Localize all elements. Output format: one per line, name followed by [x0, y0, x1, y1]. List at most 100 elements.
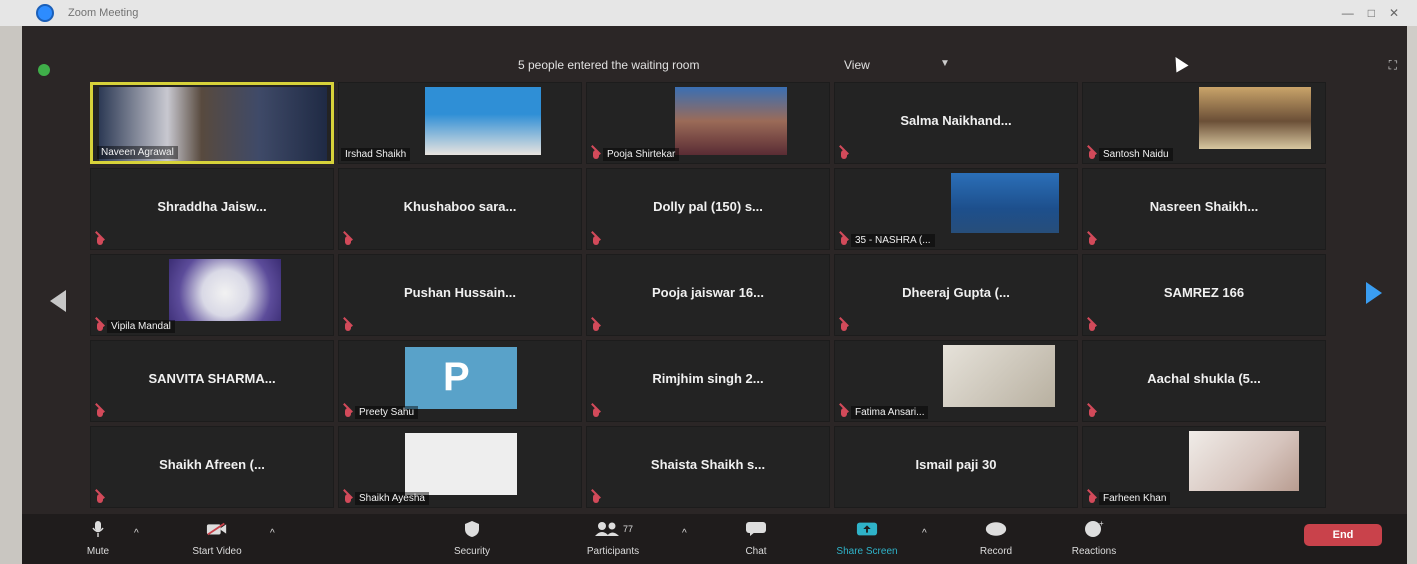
participant-name: Shaikh Afreen (... — [159, 457, 265, 472]
participants-options-caret-icon[interactable]: ^ — [682, 528, 687, 539]
participant-name: SANVITA SHARMA... — [148, 371, 276, 386]
muted-mic-icon — [345, 494, 351, 503]
muted-mic-icon — [1089, 150, 1095, 159]
participant-tile[interactable]: Nasreen Shaikh... — [1082, 168, 1326, 250]
muted-mic-icon — [345, 236, 351, 245]
fullscreen-icon[interactable]: ⛶ — [1389, 58, 1397, 73]
share-options-caret-icon[interactable]: ^ — [922, 528, 927, 539]
participant-name: Dheeraj Gupta (... — [902, 285, 1010, 300]
muted-mic-icon — [841, 150, 847, 159]
participants-count: 77 — [622, 524, 633, 534]
participant-tile[interactable]: Dheeraj Gupta (... — [834, 254, 1078, 336]
muted-mic-icon — [593, 494, 599, 503]
minimize-icon[interactable]: — — [1342, 6, 1354, 20]
audio-options-caret-icon[interactable]: ^ — [134, 528, 139, 539]
window-title: Zoom Meeting — [68, 7, 139, 19]
participant-tile[interactable]: Irshad Shaikh — [338, 82, 582, 164]
previous-page-arrow-icon[interactable] — [50, 290, 66, 312]
muted-mic-icon — [1089, 494, 1095, 503]
participant-tile[interactable]: Pooja jaiswar 16... — [586, 254, 830, 336]
chat-label: Chat — [745, 546, 767, 557]
participant-name: Rimjhim singh 2... — [652, 371, 764, 386]
participant-tile[interactable]: Pooja Shirtekar — [586, 82, 830, 164]
end-meeting-button[interactable]: End — [1304, 524, 1382, 546]
participant-name: Santosh Naidu — [1099, 148, 1173, 161]
maximize-icon[interactable]: □ — [1368, 6, 1375, 20]
participant-name: Pooja Shirtekar — [603, 148, 680, 161]
muted-mic-icon — [97, 236, 103, 245]
shield-icon — [461, 520, 483, 538]
participant-name: Aachal shukla (5... — [1147, 371, 1261, 386]
video-options-caret-icon[interactable]: ^ — [270, 528, 275, 539]
participant-tile[interactable]: Aachal shukla (5... — [1082, 340, 1326, 422]
participant-tile[interactable]: Shaikh Ayesha — [338, 426, 582, 508]
muted-mic-icon — [841, 236, 847, 245]
participant-name: Vipila Mandal — [107, 320, 175, 333]
participant-tile[interactable]: Shraddha Jaisw... — [90, 168, 334, 250]
participant-tile[interactable]: Fatima Ansari... — [834, 340, 1078, 422]
next-page-arrow-icon[interactable] — [1366, 282, 1382, 304]
participant-tile[interactable]: Farheen Khan — [1082, 426, 1326, 508]
chat-bubble-icon — [745, 520, 767, 538]
participant-name: Farheen Khan — [1099, 492, 1171, 505]
participant-tile[interactable]: Santosh Naidu — [1082, 82, 1326, 164]
participant-name: Dolly pal (150) s... — [653, 199, 763, 214]
participant-tile[interactable]: Shaikh Afreen (... — [90, 426, 334, 508]
participant-name: Fatima Ansari... — [851, 406, 929, 419]
participant-name: Shraddha Jaisw... — [157, 199, 267, 214]
muted-mic-icon — [1089, 408, 1095, 417]
participant-name: Pushan Hussain... — [404, 285, 516, 300]
participant-name: Preety Sahu — [355, 406, 419, 419]
zoom-window: Zoom Meeting — □ ✕ 5 people entered the … — [0, 0, 1417, 564]
security-label: Security — [453, 546, 491, 557]
participant-tile[interactable]: Ismail paji 30 — [834, 426, 1078, 508]
microphone-icon — [87, 520, 109, 538]
participant-tile[interactable]: SANVITA SHARMA... — [90, 340, 334, 422]
participant-name: Irshad Shaikh — [341, 148, 411, 161]
chat-button[interactable]: Chat — [736, 516, 776, 562]
muted-mic-icon — [841, 322, 847, 331]
gallery-view-grid: Naveen Agrawal Irshad Shaikh Pooja Shirt… — [90, 82, 1326, 512]
participant-photo — [425, 87, 541, 155]
close-icon[interactable]: ✕ — [1389, 6, 1399, 20]
participant-tile[interactable]: 35 - NASHRA (... — [834, 168, 1078, 250]
window-frame-right — [1407, 26, 1417, 564]
participants-label: Participants — [586, 546, 640, 557]
svg-text:+: + — [1099, 520, 1104, 528]
participant-photo — [1199, 87, 1311, 149]
participants-button[interactable]: 77 Participants — [568, 516, 658, 562]
participant-tile[interactable]: Khushaboo sara... — [338, 168, 582, 250]
security-button[interactable]: Security — [442, 516, 502, 562]
participant-initial: P — [443, 355, 470, 399]
title-bar: Zoom Meeting — □ ✕ — [0, 0, 1417, 27]
security-shield-icon[interactable] — [38, 64, 50, 76]
participant-tile[interactable]: Pushan Hussain... — [338, 254, 582, 336]
reactions-smiley-icon: + — [1083, 520, 1105, 538]
meeting-toolbar: Mute ^ Start Video ^ Security 77 Partici… — [22, 514, 1407, 564]
participant-tile[interactable]: Rimjhim singh 2... — [586, 340, 830, 422]
record-button[interactable]: Record — [972, 516, 1020, 562]
participant-tile[interactable]: Salma Naikhand... — [834, 82, 1078, 164]
participant-name: Salma Naikhand... — [900, 113, 1012, 128]
view-dropdown-icon[interactable]: ▼ — [940, 58, 950, 69]
muted-mic-icon — [345, 408, 351, 417]
participant-name: Ismail paji 30 — [915, 457, 997, 472]
view-button[interactable]: View — [844, 58, 870, 72]
waiting-room-message[interactable]: 5 people entered the waiting room — [518, 58, 699, 72]
muted-mic-icon — [593, 150, 599, 159]
participant-photo — [675, 87, 787, 155]
mute-button[interactable]: Mute — [78, 516, 118, 562]
participant-tile[interactable]: Vipila Mandal — [90, 254, 334, 336]
participant-tile[interactable]: Naveen Agrawal — [90, 82, 334, 164]
reactions-button[interactable]: + Reactions — [1062, 516, 1126, 562]
muted-mic-icon — [97, 322, 103, 331]
window-controls: — □ ✕ — [1342, 6, 1399, 20]
participant-name: Shaista Shaikh s... — [650, 457, 766, 472]
participant-tile[interactable]: Shaista Shaikh s... — [586, 426, 830, 508]
participant-tile[interactable]: SAMREZ 166 — [1082, 254, 1326, 336]
share-screen-button[interactable]: Share Screen — [822, 516, 912, 562]
participant-tile[interactable]: Dolly pal (150) s... — [586, 168, 830, 250]
participant-tile[interactable]: P Preety Sahu — [338, 340, 582, 422]
start-video-button[interactable]: Start Video — [182, 516, 252, 562]
muted-mic-icon — [97, 494, 103, 503]
